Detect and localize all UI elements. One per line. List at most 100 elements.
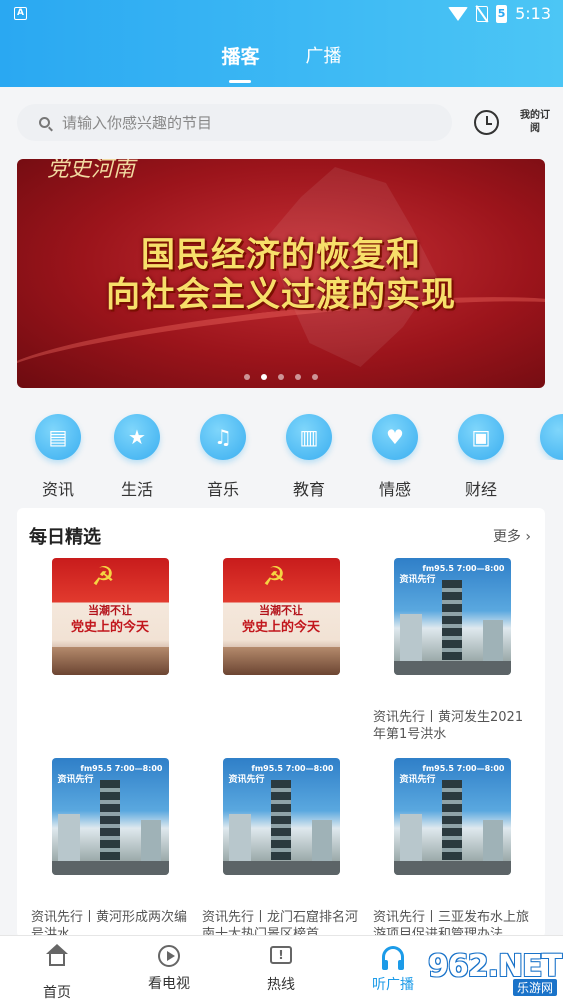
tv-play-icon: [158, 945, 180, 967]
road-art: [393, 661, 511, 675]
thumb-text: fm95.5 7:00—8:00: [422, 564, 505, 573]
building-art: [482, 620, 503, 664]
more-button[interactable]: 更多 ›: [493, 526, 531, 546]
tab-radio[interactable]: 广播: [306, 42, 342, 69]
thumb-text: 资讯先行: [228, 775, 265, 785]
carousel-dot-active[interactable]: [261, 374, 267, 380]
building-art: [399, 814, 422, 864]
nav-hotline[interactable]: ! 热线: [236, 944, 326, 994]
road-art: [222, 861, 340, 875]
nav-radio[interactable]: 听广播: [348, 944, 438, 994]
program-thumbnail: 资讯先行 fm95.5 7:00—8:00: [393, 558, 511, 675]
program-card[interactable]: 资讯先行 fm95.5 7:00—8:00 资讯先行丨三亚发布水上旅游项目促进和…: [372, 758, 532, 943]
category-life[interactable]: ★ 生活: [107, 414, 167, 500]
battery-icon: 5: [496, 4, 508, 23]
pagoda-art: [270, 780, 291, 860]
pagoda-art: [99, 780, 120, 860]
chevron-right-icon: ›: [525, 529, 531, 545]
program-thumbnail: ☭ 当潮不让 党史上的今天: [51, 558, 169, 675]
category-more-partial[interactable]: [530, 414, 563, 460]
building-art: [399, 614, 422, 664]
great-wall-art: [51, 647, 169, 675]
thumb-text: 资讯先行: [57, 775, 94, 785]
thumb-text: 党史上的今天: [70, 620, 149, 635]
book-icon: ▥: [299, 425, 319, 449]
program-card[interactable]: ☭ 当潮不让 党史上的今天: [201, 558, 361, 743]
program-caption: 资讯先行丨黄河发生2021年第1号洪水: [373, 710, 524, 742]
program-caption: [30, 709, 190, 743]
category-label: 生活: [120, 480, 153, 499]
banner-headline-line2: 向社会主义过渡的实现: [106, 275, 456, 315]
carousel-dot[interactable]: [278, 374, 284, 380]
carousel-dot[interactable]: [295, 374, 301, 380]
category-row: ▤ 资讯 ★ 生活 ♫ 音乐 ▥ 教育 ♥ 情感 ▣ 财经: [0, 414, 563, 504]
search-input[interactable]: [62, 113, 422, 132]
no-sim-icon: [476, 5, 489, 22]
watermark-subtext: 乐游网: [512, 979, 557, 996]
my-subscriptions-button[interactable]: 我的订阅: [520, 109, 550, 135]
banner-logo-text: 党史河南: [47, 159, 136, 182]
category-label: 音乐: [206, 480, 239, 499]
category-label: 资讯: [41, 480, 74, 499]
nav-label: 听广播: [372, 977, 414, 993]
hotline-icon: !: [270, 946, 292, 964]
app-header: A 5 5:13 播客 广播: [0, 0, 563, 87]
program-card[interactable]: ☭ 当潮不让 党史上的今天: [30, 558, 190, 743]
carousel-dot[interactable]: [244, 374, 250, 380]
category-music[interactable]: ♫ 音乐: [193, 414, 253, 500]
program-thumbnail: 资讯先行 fm95.5 7:00—8:00: [393, 758, 511, 875]
heart-icon: ♥: [386, 425, 404, 449]
wallet-icon: ▣: [471, 425, 491, 449]
program-card[interactable]: 资讯先行 fm95.5 7:00—8:00 资讯先行丨黄河发生2021年第1号洪…: [372, 558, 532, 743]
music-icon: ♫: [214, 425, 232, 449]
wifi-icon: [448, 6, 469, 21]
search-icon: [39, 117, 50, 128]
section-title: 每日精选: [29, 527, 101, 548]
thumb-text: 资讯先行: [399, 575, 436, 585]
category-label: 财经: [464, 480, 497, 499]
program-thumbnail: 资讯先行 fm95.5 7:00—8:00: [222, 758, 340, 875]
headphones-icon: [382, 946, 404, 970]
pagoda-art: [441, 780, 462, 860]
banner-carousel[interactable]: 党史河南 国民经济的恢复和 向社会主义过渡的实现: [17, 159, 545, 388]
carousel-dots: [17, 374, 545, 380]
notification-a-icon: A: [14, 7, 27, 20]
nav-tv[interactable]: 看电视: [124, 944, 214, 993]
program-card[interactable]: 资讯先行 fm95.5 7:00—8:00 资讯先行丨黄河形成两次编号洪水: [30, 758, 190, 943]
program-thumbnail: 资讯先行 fm95.5 7:00—8:00: [51, 758, 169, 875]
status-bar: A 5 5:13: [0, 0, 563, 28]
search-bar[interactable]: [17, 104, 452, 141]
site-watermark: 962.NET 乐游网: [428, 945, 563, 1000]
more-label: 更多: [492, 529, 521, 545]
program-card[interactable]: 资讯先行 fm95.5 7:00—8:00 资讯先行丨龙门石窟排名河南十大热门景…: [201, 758, 361, 943]
status-time: 5:13: [515, 4, 551, 23]
category-label: 情感: [378, 480, 411, 499]
road-art: [393, 861, 511, 875]
category-emotion[interactable]: ♥ 情感: [365, 414, 425, 500]
hammer-sickle-icon: ☭: [262, 562, 286, 592]
program-caption: [201, 709, 361, 743]
news-icon: ▤: [48, 425, 68, 449]
building-art: [140, 820, 161, 864]
life-icon: ★: [128, 425, 146, 449]
category-finance[interactable]: ▣ 财经: [451, 414, 511, 500]
daily-picks-section: 每日精选 更多 › ☭ 当潮不让 党史上的今天 ☭ 当潮不让 党史上的今天 资讯…: [17, 508, 545, 942]
road-art: [51, 861, 169, 875]
top-tabs: 播客 广播: [0, 42, 563, 83]
category-education[interactable]: ▥ 教育: [279, 414, 339, 500]
building-art: [228, 814, 251, 864]
category-label: 教育: [292, 480, 325, 499]
nav-label: 首页: [43, 985, 71, 1000]
building-art: [482, 820, 503, 864]
hammer-sickle-icon: ☭: [91, 562, 115, 592]
pagoda-art: [441, 580, 462, 660]
building-art: [57, 814, 80, 864]
thumb-text: fm95.5 7:00—8:00: [422, 764, 505, 773]
nav-home[interactable]: 首页: [12, 944, 102, 1000]
tab-podcast[interactable]: 播客: [221, 42, 260, 83]
carousel-dot[interactable]: [312, 374, 318, 380]
history-clock-icon[interactable]: [474, 110, 499, 135]
thumb-text: fm95.5 7:00—8:00: [251, 764, 334, 773]
great-wall-art: [222, 647, 340, 675]
category-news[interactable]: ▤ 资讯: [28, 414, 88, 500]
